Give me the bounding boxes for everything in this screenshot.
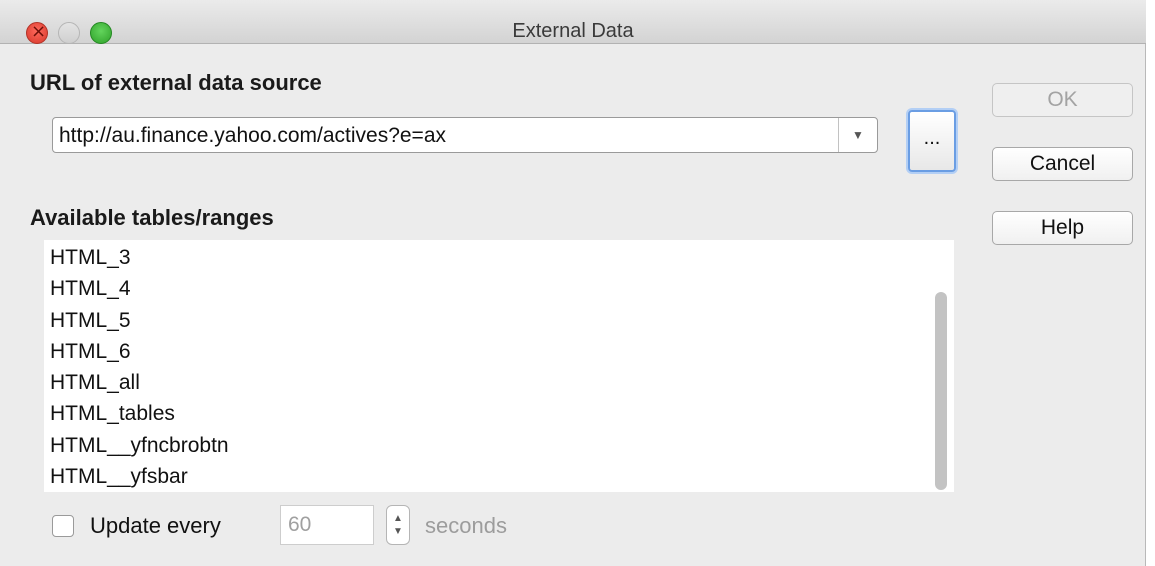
interval-stepper[interactable]: ▲ ▼ (386, 505, 410, 545)
url-input[interactable]: http://au.finance.yahoo.com/actives?e=ax (59, 124, 446, 148)
browse-button[interactable]: ... (908, 110, 956, 172)
title-bar[interactable]: External Data (0, 0, 1146, 44)
tables-section-label: Available tables/ranges (30, 205, 274, 230)
stepper-up-icon[interactable]: ▲ (393, 512, 403, 525)
tables-list[interactable]: HTML_3 HTML_4 HTML_5 HTML_6 HTML_all HTML_tab… (44, 240, 954, 492)
list-item[interactable]: HTML_all (50, 367, 229, 398)
list-item[interactable]: HTML_4 (50, 273, 229, 304)
ok-button[interactable]: OK (992, 83, 1133, 117)
update-label[interactable]: Update every (90, 513, 221, 539)
update-interval-value: 60 (288, 513, 312, 536)
list-scrollbar[interactable] (934, 240, 948, 492)
url-section-label: URL of external data source (30, 70, 322, 95)
list-item[interactable]: HTML_5 (50, 305, 229, 336)
list-item[interactable]: HTML__yfsbar (50, 461, 229, 492)
scrollbar-thumb[interactable] (935, 292, 947, 490)
help-button[interactable]: Help (992, 211, 1133, 245)
window-title: External Data (512, 20, 634, 42)
list-item[interactable]: HTML_3 (50, 242, 229, 273)
url-combobox[interactable]: http://au.finance.yahoo.com/actives?e=ax… (52, 117, 878, 153)
external-data-dialog: External Data URL of external data sourc… (0, 0, 1146, 566)
list-item[interactable]: HTML__yfncbrobtn (50, 430, 229, 461)
seconds-label: seconds (425, 513, 507, 538)
list-item[interactable]: HTML_6 (50, 336, 229, 367)
chevron-down-icon[interactable]: ▼ (838, 118, 877, 152)
update-checkbox[interactable] (52, 515, 74, 537)
list-item[interactable]: HTML_tables (50, 398, 229, 429)
cancel-button[interactable]: Cancel (992, 147, 1133, 181)
update-interval-field[interactable]: 60 (280, 505, 374, 545)
stepper-down-icon[interactable]: ▼ (393, 525, 403, 538)
